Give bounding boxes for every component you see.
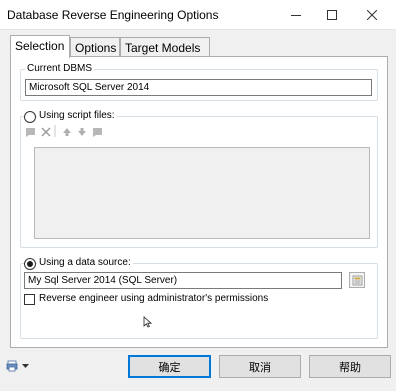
title-bar: Database Reverse Engineering Options — [0, 0, 396, 30]
tab-options[interactable]: Options — [70, 37, 120, 57]
minimize-icon — [291, 15, 301, 16]
window-title: Database Reverse Engineering Options — [7, 8, 219, 22]
tab-target-models-label: Target Models — [125, 41, 201, 55]
selection-panel: Current DBMS Microsoft SQL Server 2014 U… — [10, 56, 388, 348]
tools-dropdown-button[interactable] — [6, 358, 34, 374]
tab-target-models[interactable]: Target Models — [120, 37, 210, 57]
script-files-radio[interactable] — [24, 111, 36, 123]
data-source-group: Using a data source: My Sql Server 2014 … — [20, 257, 378, 339]
data-source-browse-button[interactable] — [349, 272, 365, 288]
script-files-group: Using script files: — [20, 110, 378, 248]
current-dbms-group: Current DBMS Microsoft SQL Server 2014 — [20, 63, 378, 101]
data-source-radio[interactable] — [24, 258, 36, 270]
current-dbms-label: Current DBMS — [25, 63, 95, 74]
close-icon — [367, 10, 377, 20]
open-file-icon[interactable] — [91, 126, 103, 138]
current-dbms-field: Microsoft SQL Server 2014 — [25, 79, 372, 96]
move-up-icon[interactable] — [61, 126, 73, 138]
tab-options-label: Options — [75, 41, 117, 55]
ok-button[interactable]: 确定 — [128, 355, 211, 378]
delete-icon[interactable] — [40, 126, 52, 138]
mouse-cursor-icon — [143, 316, 153, 331]
help-button[interactable]: 帮助 — [309, 355, 391, 378]
database-icon — [352, 275, 362, 285]
script-files-label[interactable]: Using script files: — [37, 110, 117, 121]
tab-selection-label: Selection — [15, 39, 65, 53]
tab-selection[interactable]: Selection — [10, 35, 70, 58]
script-files-list[interactable] — [34, 147, 370, 239]
admin-permissions-checkbox[interactable] — [24, 294, 35, 305]
data-source-field[interactable]: My Sql Server 2014 (SQL Server) — [24, 272, 342, 289]
toolbar-separator — [54, 125, 56, 137]
close-button[interactable] — [355, 0, 389, 30]
add-file-icon[interactable] — [24, 126, 36, 138]
cancel-button[interactable]: 取消 — [219, 355, 301, 378]
chevron-down-icon — [22, 363, 29, 368]
maximize-icon — [327, 10, 337, 20]
dialog-client-area: Selection Options Target Models Current … — [0, 30, 396, 391]
move-down-icon[interactable] — [76, 126, 88, 138]
minimize-button[interactable] — [279, 0, 313, 30]
data-source-label[interactable]: Using a data source: — [37, 257, 133, 268]
admin-permissions-label[interactable]: Reverse engineer using administrator's p… — [39, 293, 268, 304]
printer-icon — [6, 360, 18, 372]
maximize-button[interactable] — [315, 0, 349, 30]
